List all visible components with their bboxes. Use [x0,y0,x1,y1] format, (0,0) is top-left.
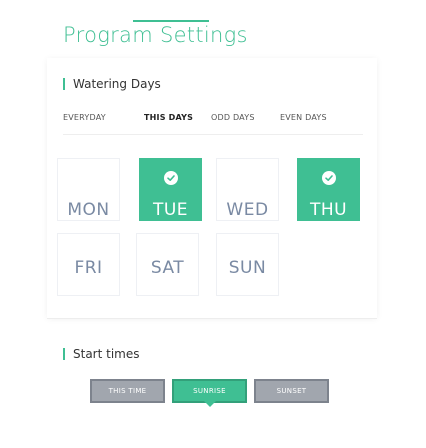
start-times-label: Start times [73,347,140,361]
tab-divider [63,134,363,135]
sunset-button[interactable]: SUNSET [254,379,329,403]
page-title: Program Settings [63,23,248,47]
day-label: THU [309,200,348,220]
section-divider [47,318,377,319]
check-circle-icon [163,171,178,185]
section-accent-bar [63,78,65,90]
button-label: SUNRISE [193,387,226,395]
section-accent-bar [63,348,65,360]
day-fri[interactable]: FRI [57,233,120,296]
day-tue[interactable]: TUE [139,158,202,221]
watering-days-label: Watering Days [73,77,161,91]
check-circle-icon [321,171,336,185]
day-mon[interactable]: MON [57,158,120,221]
day-label: TUE [152,200,189,220]
watering-days-header: Watering Days [63,77,161,91]
active-tab-underline [133,20,209,22]
day-label: MON [67,200,110,220]
tab-even-days[interactable]: EVEN DAYS [280,113,327,122]
button-label: SUNSET [276,387,307,395]
button-label: THIS TIME [108,387,147,395]
day-label: SUN [228,258,267,278]
sunrise-button[interactable]: SUNRISE [172,379,247,407]
active-pointer [203,401,216,407]
day-label: WED [226,200,269,220]
day-thu[interactable]: THU [297,158,360,221]
tab-everyday[interactable]: EVERYDAY [63,113,106,122]
day-wed[interactable]: WED [216,158,279,221]
tab-odd-days[interactable]: ODD DAYS [211,113,255,122]
day-sat[interactable]: SAT [136,233,199,296]
day-label: SAT [150,258,185,278]
tab-this-days[interactable]: THIS DAYS [144,113,193,122]
day-label: FRI [74,258,103,278]
this-time-button[interactable]: THIS TIME [90,379,165,403]
start-times-header: Start times [63,347,140,361]
day-sun[interactable]: SUN [216,233,279,296]
